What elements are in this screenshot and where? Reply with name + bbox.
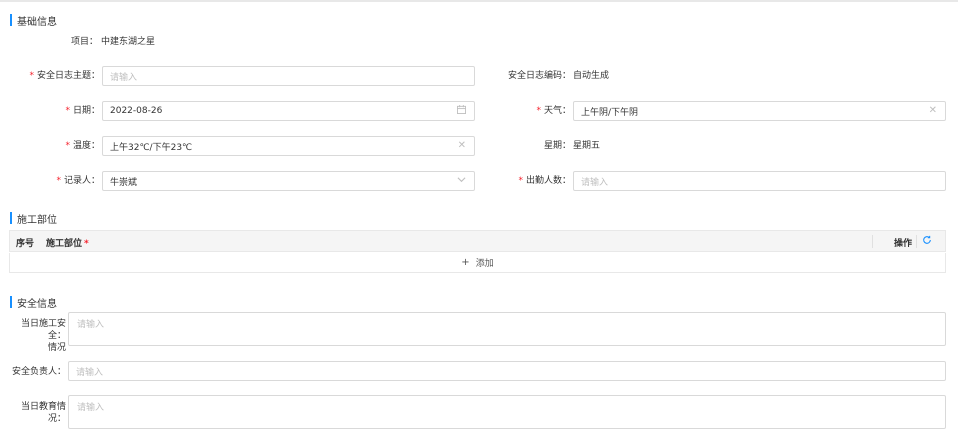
section-title-text: 施工部位 <box>17 214 57 226</box>
calendar-icon[interactable] <box>457 105 466 118</box>
code-value: 自动生成 <box>573 71 610 81</box>
temperature-label-text: 温度： <box>72 141 100 151</box>
section-title-text: 基础信息 <box>17 16 57 28</box>
safety-situation-label-line2: 情况 <box>47 343 66 353</box>
section-accent-bar <box>10 296 12 308</box>
required-mark: * <box>536 106 541 116</box>
clear-icon[interactable]: ✕ <box>458 140 466 152</box>
attendance-label: * 出勤人数： <box>495 175 571 187</box>
plus-icon: + <box>461 257 470 268</box>
safety-owner-input[interactable]: 请输入 <box>68 361 946 381</box>
safety-owner-label: 安全负责人： <box>11 367 66 377</box>
date-picker[interactable]: 2022-08-26 <box>102 101 475 121</box>
attendance-placeholder: 请输入 <box>581 177 609 188</box>
subject-label-text: 安全日志主题： <box>36 71 100 81</box>
recorder-label: * 记录人： <box>10 175 100 187</box>
top-divider <box>0 0 958 2</box>
col-action-header: 操作 <box>894 239 913 249</box>
weekday-value: 星期五 <box>573 141 601 151</box>
column-divider <box>872 235 873 248</box>
code-label: 安全日志编码： <box>507 71 571 81</box>
clear-icon[interactable]: ✕ <box>929 105 937 117</box>
date-label: * 日期： <box>10 105 100 117</box>
date-value: 2022-08-26 <box>110 106 163 116</box>
col-index-header: 序号 <box>16 239 35 249</box>
safety-owner-placeholder: 请输入 <box>76 367 104 378</box>
weather-label: * 天气： <box>495 105 571 117</box>
recorder-select[interactable]: 牛崇斌 <box>102 171 475 191</box>
safety-situation-placeholder: 请输入 <box>77 320 105 330</box>
section-accent-bar <box>10 14 12 26</box>
add-row-label: 添加 <box>475 259 494 269</box>
section-title-construction: 施工部位 <box>10 212 57 226</box>
temperature-input[interactable]: 上午32℃/下午23℃ ✕ <box>102 136 475 156</box>
construction-table-header: 序号 施工部位 * 操作 <box>9 230 946 252</box>
weather-value: 上午阴/下午阴 <box>581 107 639 118</box>
date-label-text: 日期： <box>72 106 100 116</box>
safety-situation-textarea[interactable]: 请输入 <box>68 312 946 346</box>
education-placeholder: 请输入 <box>77 403 105 413</box>
education-label: 当日教育情况： <box>20 402 66 424</box>
section-title-text: 安全信息 <box>17 298 57 310</box>
required-mark: * <box>518 176 523 186</box>
education-textarea[interactable]: 请输入 <box>68 395 946 429</box>
weather-label-text: 天气： <box>543 106 571 116</box>
required-mark: * <box>56 176 61 186</box>
required-mark: * <box>65 141 70 151</box>
col-part-header: 施工部位 * <box>46 236 89 249</box>
subject-label: * 安全日志主题： <box>10 70 100 82</box>
project-value: 中建东湖之星 <box>101 37 156 47</box>
temperature-label: * 温度： <box>10 140 100 152</box>
required-mark: * <box>65 106 70 116</box>
add-row-button[interactable]: + 添加 <box>9 253 946 273</box>
col-part-text: 施工部位 <box>46 239 83 249</box>
attendance-input[interactable]: 请输入 <box>573 171 946 191</box>
refresh-icon[interactable] <box>922 235 932 248</box>
project-label: 项目： <box>70 37 98 47</box>
safety-situation-label: 当日施工安全： 情况 <box>4 318 66 354</box>
recorder-value: 牛崇斌 <box>110 177 138 188</box>
subject-input[interactable]: 请输入 <box>102 66 475 86</box>
weather-input[interactable]: 上午阴/下午阴 ✕ <box>573 101 946 121</box>
subject-placeholder: 请输入 <box>110 72 138 83</box>
weekday-label: 星期： <box>543 141 571 151</box>
column-divider <box>916 235 917 248</box>
temperature-value: 上午32℃/下午23℃ <box>110 142 193 153</box>
section-accent-bar <box>10 212 12 224</box>
recorder-label-text: 记录人： <box>63 176 100 186</box>
chevron-down-icon[interactable] <box>457 175 466 188</box>
section-title-basic: 基础信息 <box>10 14 57 28</box>
required-mark: * <box>29 71 34 81</box>
required-mark: * <box>84 239 89 249</box>
attendance-label-text: 出勤人数： <box>525 176 571 186</box>
section-title-safety: 安全信息 <box>10 296 57 310</box>
safety-situation-label-line1: 当日施工安全： <box>20 319 66 341</box>
